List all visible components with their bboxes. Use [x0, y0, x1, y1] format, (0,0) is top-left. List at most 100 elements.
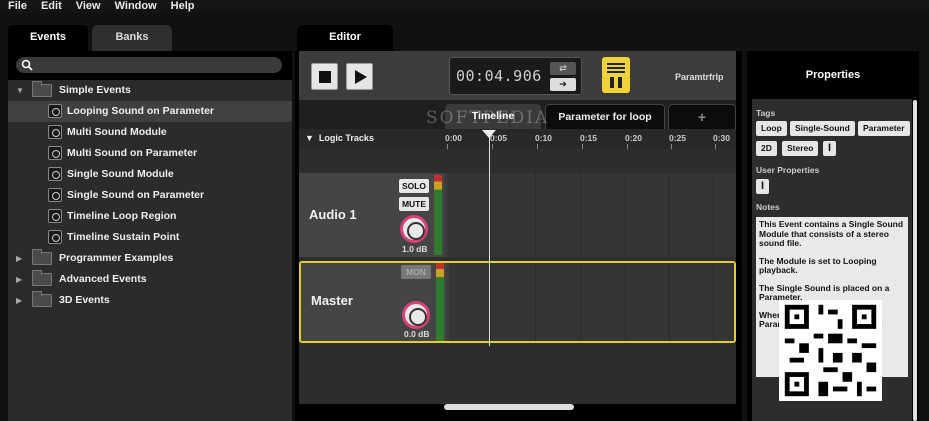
grid-line	[490, 263, 491, 341]
tick-label: 0:20	[625, 133, 643, 143]
search-input[interactable]	[16, 57, 282, 73]
pause-icon-bar	[618, 77, 622, 88]
tree-item-looping-sound-on-parameter[interactable]: Looping Sound on Parameter	[8, 101, 292, 122]
folder-icon	[32, 249, 52, 265]
note-paragraph: The Module is set to Looping playback.	[759, 255, 877, 275]
tracks-area: Audio 1 SOLO MUTE 1.0 dB Master MON 0.0 …	[299, 149, 736, 404]
menu-file[interactable]: File	[8, 0, 27, 13]
volume-knob[interactable]	[400, 215, 428, 243]
menu-view[interactable]: View	[76, 0, 101, 13]
track-header: Audio 1 SOLO MUTE 1.0 dB	[299, 173, 444, 257]
tag-chip[interactable]: Parameter	[858, 121, 910, 136]
event-icon	[48, 167, 62, 181]
playhead-marker-icon[interactable]	[482, 130, 496, 138]
horizontal-scrollbar[interactable]	[444, 404, 574, 410]
tree-item-timeline-loop-region[interactable]: Timeline Loop Region	[8, 206, 292, 227]
transport-bar: 00:04.906 ⇄ ➔ Paramtrfrlp	[299, 51, 736, 100]
playhead[interactable]	[489, 131, 490, 346]
tree-folder-3d-events[interactable]: ▶ 3D Events	[8, 290, 292, 311]
volume-value: 1.0 dB	[402, 244, 428, 254]
tree-folder-advanced-events[interactable]: ▶ Advanced Events	[8, 269, 292, 290]
tree-item-single-sound-module[interactable]: Single Sound Module	[8, 164, 292, 185]
event-tree: ▼ Simple Events Looping Sound on Paramet…	[8, 80, 292, 421]
add-tab-button[interactable]: +	[668, 104, 736, 129]
tick-label: 0:15	[580, 133, 598, 143]
grid-line	[625, 263, 626, 341]
list-icon-line	[607, 67, 625, 69]
properties-scrollbar[interactable]	[913, 100, 917, 421]
grid-line	[580, 263, 581, 341]
volume-value: 0.0 dB	[404, 329, 430, 339]
folder-icon	[32, 81, 52, 97]
event-icon	[48, 146, 62, 160]
event-icon	[48, 125, 62, 139]
tree-item-multi-sound-on-parameter[interactable]: Multi Sound on Parameter	[8, 143, 292, 164]
mute-button[interactable]: MUTE	[399, 197, 429, 211]
tags-label: Tags	[756, 108, 776, 118]
expand-right-icon[interactable]: ▶	[16, 248, 22, 269]
parameter-name: Paramtrfrlp	[675, 72, 724, 82]
search-icon	[21, 59, 33, 71]
track-lane[interactable]	[449, 263, 734, 341]
track-lane[interactable]	[447, 173, 736, 257]
tick-label: 0:25	[669, 133, 687, 143]
tick-label: 0:30	[713, 133, 731, 143]
timecode-value: 00:04.906	[456, 67, 542, 85]
tree-folder-programmer-examples[interactable]: ▶ Programmer Examples	[8, 248, 292, 269]
folder-icon	[32, 291, 52, 307]
loop-playback-button[interactable]: ⇄	[550, 62, 576, 75]
track-master[interactable]: Master MON 0.0 dB	[299, 261, 736, 343]
loop-icon: ⇄	[559, 63, 567, 73]
event-icon	[48, 104, 62, 118]
add-tag-text-icon[interactable]: I	[823, 141, 836, 156]
play-button[interactable]	[346, 63, 373, 90]
add-user-property-text-icon[interactable]: I	[756, 179, 769, 194]
tab-parameter-for-loop[interactable]: Parameter for loop	[545, 104, 665, 129]
list-icon	[607, 63, 625, 65]
solo-button[interactable]: SOLO	[399, 179, 429, 193]
logic-tracks-toggle[interactable]: ▼ Logic Tracks	[305, 133, 374, 143]
menu-help[interactable]: Help	[171, 0, 195, 13]
menu-edit[interactable]: Edit	[41, 0, 62, 13]
tab-editor[interactable]: Editor	[297, 25, 393, 52]
monitor-button[interactable]: MON	[401, 265, 431, 279]
note-paragraph: This Event contains a Single Sound Modul…	[759, 219, 904, 248]
grid-line	[713, 173, 714, 257]
track-audio-1[interactable]: Audio 1 SOLO MUTE 1.0 dB	[299, 173, 736, 257]
tab-banks[interactable]: Banks	[92, 25, 172, 52]
follow-playback-button[interactable]: ➔	[550, 78, 576, 91]
event-icon	[48, 188, 62, 202]
arrow-right-icon: ➔	[559, 79, 567, 89]
tag-chip[interactable]: Loop	[756, 121, 787, 136]
qr-code-image	[779, 300, 882, 401]
expand-right-icon[interactable]: ▶	[16, 290, 22, 311]
notes-label: Notes	[756, 202, 780, 212]
volume-knob[interactable]	[402, 301, 430, 329]
watermark: SOFTPEDIA	[426, 108, 550, 128]
tick-label: 0:00	[445, 133, 463, 143]
stop-button[interactable]	[311, 63, 338, 90]
editor-panel: 00:04.906 ⇄ ➔ Paramtrfrlp Timeline Param…	[295, 51, 742, 421]
track-name: Audio 1	[309, 207, 357, 222]
tab-events[interactable]: Events	[8, 25, 88, 52]
tag-chip[interactable]: Stereo	[782, 141, 819, 156]
tree-folder-simple-events[interactable]: ▼ Simple Events	[8, 80, 292, 101]
expand-down-icon[interactable]: ▼	[16, 80, 24, 101]
level-meter	[436, 263, 444, 341]
qr-code-icon	[780, 300, 881, 401]
expand-right-icon[interactable]: ▶	[16, 269, 22, 290]
tree-item-multi-sound-module[interactable]: Multi Sound Module	[8, 122, 292, 143]
menu-window[interactable]: Window	[115, 0, 157, 13]
properties-title: Properties	[805, 69, 861, 81]
tick-label: 0:10	[535, 133, 553, 143]
timeline-ruler[interactable]: ▼ Logic Tracks 0:00 0:05 0:10 0:15 0:20 …	[299, 129, 736, 149]
tag-chip[interactable]: 2D	[756, 141, 777, 156]
grid-line	[490, 173, 491, 257]
event-icon	[48, 230, 62, 244]
tag-chip[interactable]: Single-Sound	[790, 121, 855, 136]
parameter-sheet-button[interactable]	[602, 57, 630, 93]
folder-icon	[32, 270, 52, 286]
user-properties-label: User Properties	[756, 165, 820, 175]
tree-item-single-sound-on-parameter[interactable]: Single Sound on Parameter	[8, 185, 292, 206]
tree-item-timeline-sustain-point[interactable]: Timeline Sustain Point	[8, 227, 292, 248]
